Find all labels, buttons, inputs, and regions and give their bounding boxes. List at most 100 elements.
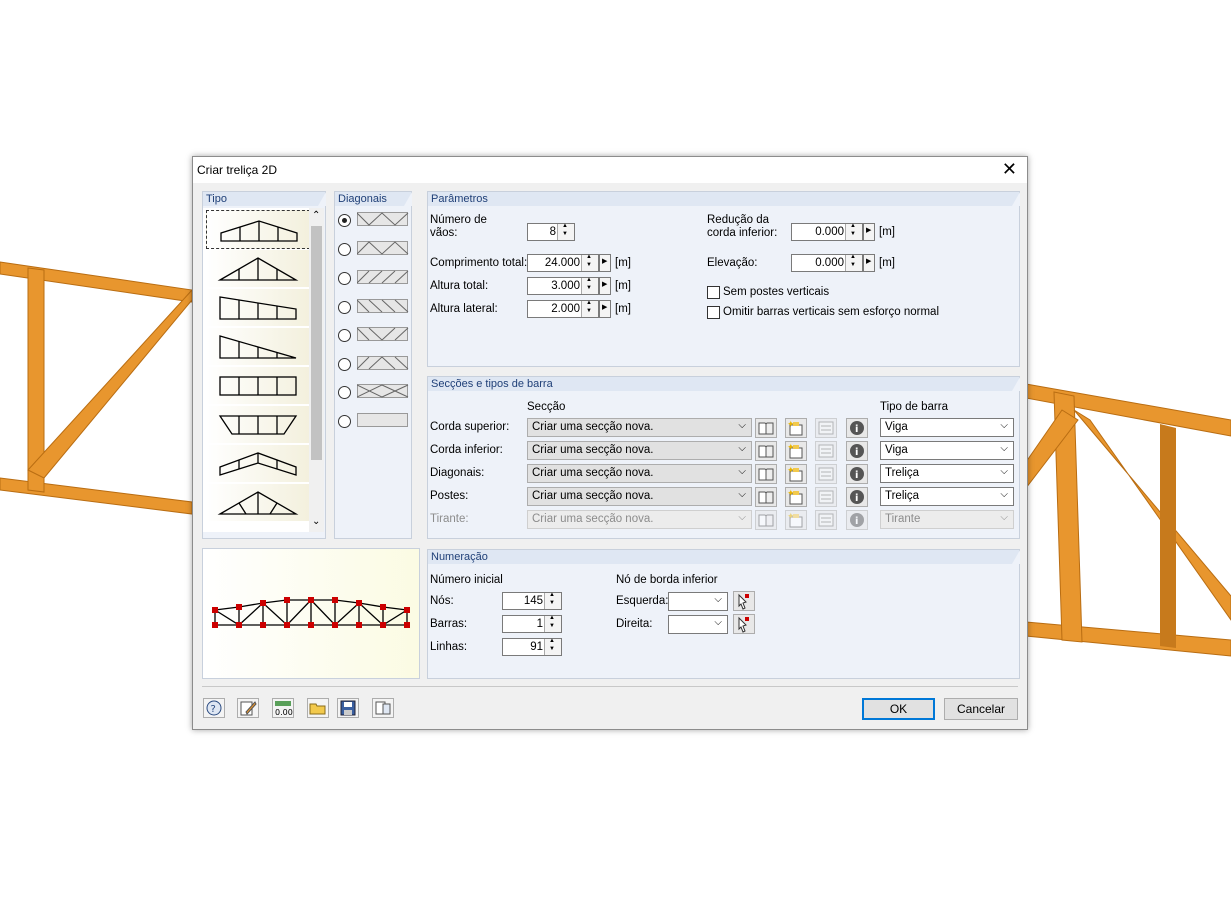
units-button[interactable]: 0.00: [272, 698, 294, 718]
spinner-arrows-icon[interactable]: [544, 638, 561, 655]
library-button[interactable]: [755, 464, 777, 484]
help-button[interactable]: ?: [203, 698, 225, 718]
type-panel-title: Tipo: [203, 192, 326, 206]
diagonal-radio-5[interactable]: [338, 329, 351, 342]
import-button[interactable]: [372, 698, 394, 718]
new-section-icon: ✦: [787, 511, 803, 528]
section-select[interactable]: Criar uma secção nova. ⌵: [527, 464, 752, 483]
library-button[interactable]: [755, 441, 777, 461]
new-section-button[interactable]: ✦: [785, 418, 807, 438]
spinner-arrows-icon[interactable]: [544, 592, 561, 609]
library-icon: [758, 491, 774, 504]
diagonal-radio-4[interactable]: [338, 301, 351, 314]
type-item-7[interactable]: [206, 445, 310, 482]
pick-left-node-button[interactable]: [733, 591, 755, 611]
diagonal-radio-1[interactable]: [338, 214, 351, 227]
type-item-4[interactable]: [206, 328, 310, 365]
new-section-button[interactable]: ✦: [785, 487, 807, 507]
type-item-6[interactable]: [206, 406, 310, 443]
type-item-1[interactable]: [206, 210, 310, 249]
lower-chord-reduction-pick-button[interactable]: [863, 223, 875, 241]
open-button[interactable]: [307, 698, 329, 718]
elevation-pick-button[interactable]: [863, 254, 875, 272]
bar-type-select[interactable]: Treliça ⌵: [880, 464, 1014, 483]
section-row-label: Tirante:: [430, 513, 469, 525]
bars-spinner[interactable]: 1: [502, 615, 562, 633]
parameters-title: Parâmetros: [428, 192, 1020, 206]
spinner-arrows-icon[interactable]: [845, 254, 862, 271]
left-node-select[interactable]: ⌵: [668, 592, 728, 611]
type-item-2[interactable]: [206, 250, 310, 287]
truss-triangle-icon: [217, 257, 299, 281]
info-button[interactable]: i: [846, 441, 868, 461]
spinner-arrows-icon[interactable]: [544, 615, 561, 632]
lower-chord-reduction-unit: [m]: [879, 226, 895, 238]
lower-chord-reduction-spinner[interactable]: 0.000: [791, 223, 863, 241]
spinner-arrows-icon[interactable]: [845, 223, 862, 240]
total-length-spinner[interactable]: 24.000: [527, 254, 599, 272]
bar-type-select[interactable]: Viga ⌵: [880, 418, 1014, 437]
info-icon: i: [850, 490, 864, 504]
num-spans-label: Número de vãos:: [430, 214, 487, 239]
edit-button[interactable]: [237, 698, 259, 718]
right-node-select[interactable]: ⌵: [668, 615, 728, 634]
spinner-arrows-icon[interactable]: [581, 277, 598, 294]
num-spans-spinner[interactable]: 8: [527, 223, 575, 241]
pick-right-node-button[interactable]: [733, 614, 755, 634]
no-vertical-posts-checkbox[interactable]: [707, 286, 720, 299]
scroll-up-icon[interactable]: ⌃: [312, 210, 320, 221]
info-button[interactable]: i: [846, 487, 868, 507]
elevation-spinner[interactable]: 0.000: [791, 254, 863, 272]
scroll-down-icon[interactable]: ⌄: [312, 516, 320, 527]
diagonal-radio-3[interactable]: [338, 272, 351, 285]
edit-section-button: [815, 510, 837, 530]
diagonal-radio-6[interactable]: [338, 358, 351, 371]
ok-button[interactable]: OK: [862, 698, 935, 720]
truss-mono-pitch-icon: [219, 296, 297, 320]
library-button[interactable]: [755, 487, 777, 507]
omit-vertical-bars-checkbox[interactable]: [707, 306, 720, 319]
close-icon[interactable]: ✕: [1002, 159, 1017, 179]
diagonal-radio-7[interactable]: [338, 386, 351, 399]
bar-type-select[interactable]: Viga ⌵: [880, 441, 1014, 460]
cancel-button[interactable]: Cancelar: [944, 698, 1018, 720]
nodes-spinner[interactable]: 145: [502, 592, 562, 610]
section-select[interactable]: Criar uma secção nova. ⌵: [527, 418, 752, 437]
lines-spinner[interactable]: 91: [502, 638, 562, 656]
spinner-arrows-icon[interactable]: [581, 254, 598, 271]
library-icon: [758, 514, 774, 527]
diagonal-radio-8[interactable]: [338, 415, 351, 428]
total-height-spinner[interactable]: 3.000: [527, 277, 599, 295]
library-button[interactable]: [755, 418, 777, 438]
spinner-arrows-icon[interactable]: [581, 300, 598, 317]
scroll-thumb[interactable]: [311, 226, 322, 460]
spinner-arrows-icon[interactable]: [557, 223, 574, 240]
new-section-button[interactable]: ✦: [785, 464, 807, 484]
chevron-down-icon: ⌵: [1000, 512, 1008, 523]
info-button[interactable]: i: [846, 464, 868, 484]
section-select[interactable]: Criar uma secção nova. ⌵: [527, 441, 752, 460]
new-section-button[interactable]: ✦: [785, 441, 807, 461]
side-height-pick-button[interactable]: [599, 300, 611, 318]
section-select[interactable]: Criar uma secção nova. ⌵: [527, 487, 752, 506]
bar-type-value: Viga: [885, 421, 908, 433]
svg-text:✦: ✦: [787, 442, 795, 452]
save-button[interactable]: [337, 698, 359, 718]
type-list-scrollbar[interactable]: ⌃ ⌄: [309, 208, 324, 532]
edit-section-button[interactable]: [815, 487, 837, 507]
diagonal-radio-2[interactable]: [338, 243, 351, 256]
bar-type-select[interactable]: Treliça ⌵: [880, 487, 1014, 506]
edit-section-button[interactable]: [815, 441, 837, 461]
elevation-label: Elevação:: [707, 257, 758, 269]
edit-section-button[interactable]: [815, 464, 837, 484]
type-item-3[interactable]: [206, 289, 310, 326]
type-item-8[interactable]: [206, 484, 310, 521]
type-item-5[interactable]: [206, 367, 310, 404]
total-height-pick-button[interactable]: [599, 277, 611, 295]
side-height-spinner[interactable]: 2.000: [527, 300, 599, 318]
type-list[interactable]: [203, 208, 310, 532]
library-icon: [758, 468, 774, 481]
total-length-pick-button[interactable]: [599, 254, 611, 272]
info-button[interactable]: i: [846, 418, 868, 438]
edit-section-button[interactable]: [815, 418, 837, 438]
